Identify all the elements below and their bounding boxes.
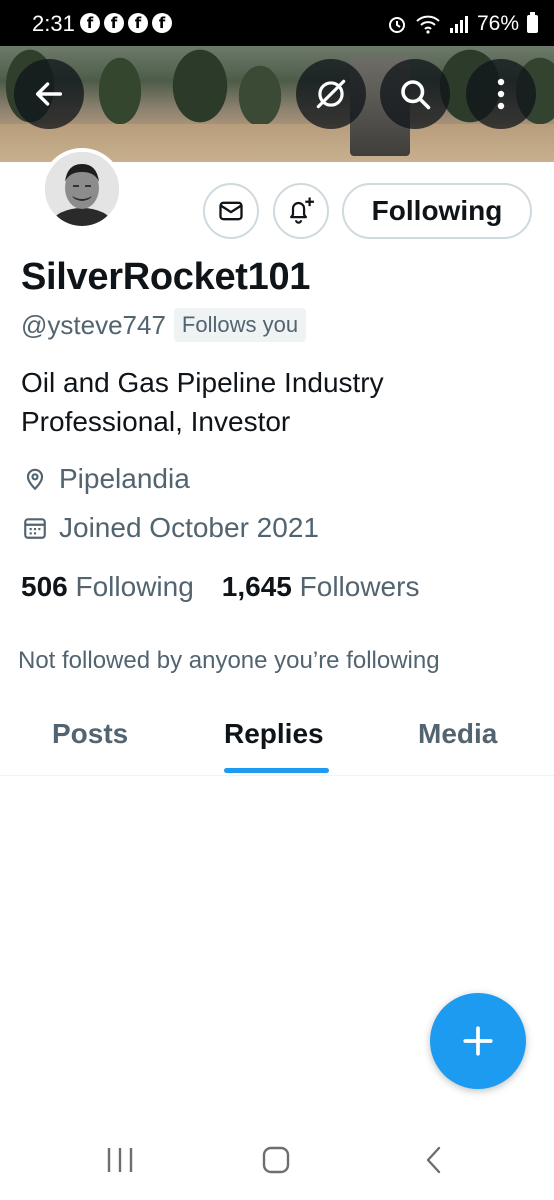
status-right: 76% (387, 12, 538, 36)
recents-button[interactable] (100, 1140, 140, 1180)
more-options-button[interactable] (466, 59, 536, 129)
battery-icon (527, 12, 538, 33)
back-nav-button[interactable] (414, 1140, 454, 1180)
notification-icons: f f f f (80, 13, 172, 33)
alarm-icon (388, 17, 405, 33)
following-count: 506 (21, 571, 68, 602)
following-button[interactable]: Following (342, 183, 532, 239)
followers-count: 1,645 (221, 571, 292, 602)
facebook-notification-icon: f (128, 13, 148, 33)
message-button[interactable] (203, 183, 259, 239)
tab-posts[interactable]: Posts (52, 718, 128, 750)
status-bar: 2:31 f f f f 76% (0, 0, 554, 46)
location-pin-icon (21, 465, 49, 493)
status-time: 2:31 (32, 11, 75, 36)
tab-media[interactable]: Media (418, 718, 497, 750)
follows-you-badge: Follows you (173, 308, 307, 342)
notifications-button[interactable] (273, 183, 329, 239)
joined-text: Joined October 2021 (59, 512, 319, 543)
following-count-link[interactable]: 506 Following (21, 571, 194, 603)
bell-plus-icon (290, 197, 314, 224)
plus-icon (463, 1026, 493, 1056)
translate-button[interactable] (296, 59, 366, 129)
handle-row: @ysteve747 Follows you (21, 307, 307, 343)
home-icon (262, 1146, 290, 1174)
facebook-notification-icon: f (152, 13, 172, 33)
followers-count-link[interactable]: 1,645 Followers (222, 571, 420, 603)
following-label: Following (75, 571, 194, 602)
arrow-left-icon (35, 82, 63, 106)
recents-icon (107, 1148, 133, 1172)
chevron-left-icon (426, 1146, 441, 1174)
search-icon (401, 80, 431, 110)
joined-row: Joined October 2021 (21, 512, 319, 544)
location-row: Pipelandia (21, 463, 190, 495)
facebook-notification-icon: f (104, 13, 124, 33)
globe-strike-icon (316, 79, 346, 109)
calendar-icon (21, 514, 49, 542)
envelope-icon (219, 201, 243, 221)
search-button[interactable] (380, 59, 450, 129)
battery-percent: 76% (476, 12, 519, 35)
location-text: Pipelandia (59, 463, 190, 494)
bio: Oil and Gas Pipeline Industry Profession… (21, 367, 384, 437)
active-tab-indicator (224, 768, 329, 773)
followers-label: Followers (299, 571, 420, 602)
more-vertical-icon (497, 78, 505, 110)
handle: @ysteve747 (21, 310, 166, 340)
follow-counts: 506 Following 1,645 Followers (21, 571, 419, 603)
mutuals-note: Not followed by anyone you’re following (18, 647, 440, 674)
back-button[interactable] (14, 59, 84, 129)
system-nav-bar (0, 1120, 554, 1200)
avatar[interactable] (41, 148, 123, 230)
wifi-icon (416, 15, 440, 34)
facebook-notification-icon: f (80, 13, 100, 33)
compose-button[interactable] (430, 993, 526, 1089)
tab-replies[interactable]: Replies (224, 718, 324, 750)
display-name: SilverRocket101 (21, 256, 311, 298)
signal-icon (449, 16, 468, 33)
home-button[interactable] (256, 1140, 296, 1180)
profile-tabs: Posts Replies Media (0, 700, 554, 776)
avatar-photo (45, 152, 119, 226)
